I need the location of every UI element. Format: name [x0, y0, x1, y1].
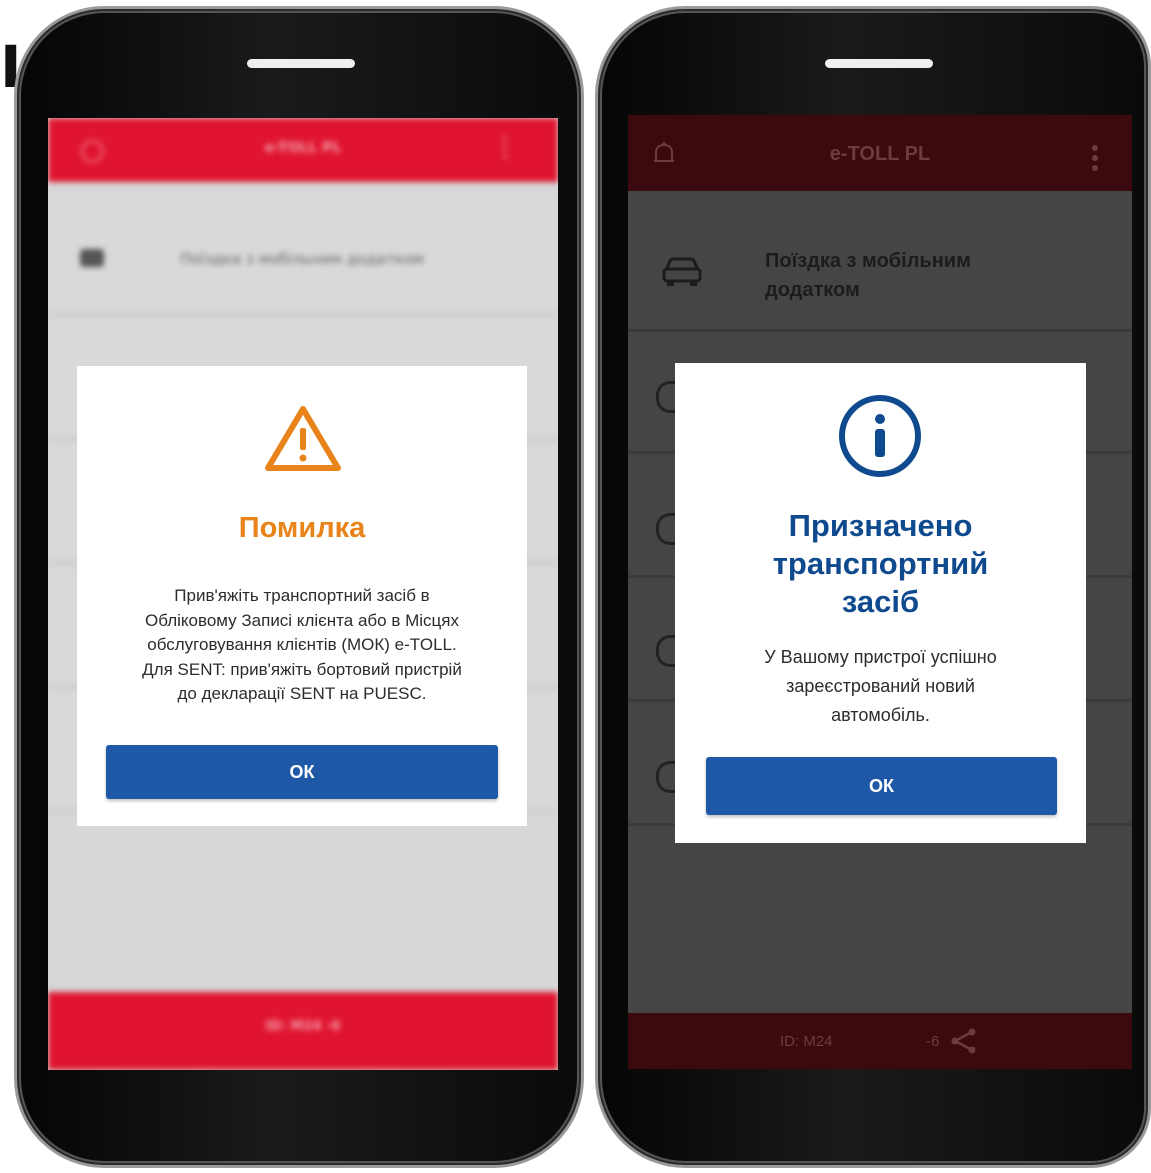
dialog-title: Призначено транспортний засіб [675, 507, 1086, 621]
menu-item-label-line: додатком [765, 279, 860, 301]
menu-item-trip[interactable]: Поїздка з мобільним додатком [628, 211, 1132, 332]
footer-text: ID: M24 -6 [265, 1019, 341, 1034]
app-header: ◯ e-TOLL PL ⋮ [48, 118, 558, 182]
dialog-title: Помилка [238, 512, 366, 544]
ok-button[interactable]: ОК [106, 745, 498, 799]
share-icon[interactable] [950, 1027, 978, 1055]
car-icon [662, 257, 702, 286]
ok-button[interactable]: ОК [706, 757, 1057, 815]
app-footer: ID: M24 -6 [628, 1013, 1132, 1069]
device-id-suffix: -6 [926, 1033, 940, 1050]
app-title: e-TOLL PL [264, 140, 342, 156]
message-line: Прив'яжіть транспортний засіб в [174, 586, 430, 605]
menu-item-label: Поїздка з мобільним додатком [765, 247, 1065, 305]
screen-left: ◯ e-TOLL PL ⋮ Поїздка з мобільним додатк… [48, 118, 558, 1070]
dialog-title-line: транспортний [772, 546, 989, 581]
app-header: e-TOLL PL [628, 115, 1132, 191]
phone-frame-right: e-TOLL PL Поїздка з мобільним додатком I… [595, 6, 1151, 1168]
speaker-slot [825, 59, 933, 68]
warning-icon [265, 406, 341, 471]
dialog-message: У Вашому пристрої успішно зареєстрований… [675, 643, 1086, 730]
message-line: до декларації SENT на PUESC. [177, 684, 427, 703]
info-icon [839, 395, 921, 477]
more-menu-icon: ⋮ [492, 132, 518, 162]
message-line: автомобіль. [831, 705, 930, 725]
dialog-message: Прив'яжіть транспортний засіб в Обліково… [77, 584, 527, 707]
message-line: Для SENT: прив'яжіть бортовий пристрій [142, 659, 462, 679]
message-line: Обліковому Записі клієнта або в Місцях [145, 610, 459, 630]
message-line: обслуговування клієнтів (МОК) e-TOLL. [147, 635, 457, 654]
speaker-slot [247, 59, 355, 68]
menu-item-trip: Поїздка з мобільним додатком [48, 194, 558, 318]
dialog-title-line: Призначено [788, 508, 973, 543]
app-footer: ID: M24 -6 [48, 992, 558, 1070]
screen-right: e-TOLL PL Поїздка з мобільним додатком I… [628, 115, 1132, 1069]
phone-frame-left: ◯ e-TOLL PL ⋮ Поїздка з мобільним додатк… [14, 6, 584, 1168]
message-line: У Вашому пристрої успішно [764, 647, 997, 667]
message-line: зареєстрований новий [786, 676, 975, 696]
more-menu-icon[interactable] [1092, 145, 1098, 175]
device-id: ID: M24 [780, 1033, 833, 1050]
menu-item-label-line: Поїздка з мобільним [765, 250, 971, 272]
success-dialog: Призначено транспортний засіб У Вашому п… [675, 363, 1086, 843]
error-dialog: Помилка Прив'яжіть транспортний засіб в … [77, 366, 527, 826]
dialog-title-line: засіб [841, 584, 920, 619]
app-title: e-TOLL PL [829, 143, 931, 165]
menu-item-label: Поїздка з мобільним додатком [180, 250, 425, 268]
car-icon [80, 249, 104, 267]
